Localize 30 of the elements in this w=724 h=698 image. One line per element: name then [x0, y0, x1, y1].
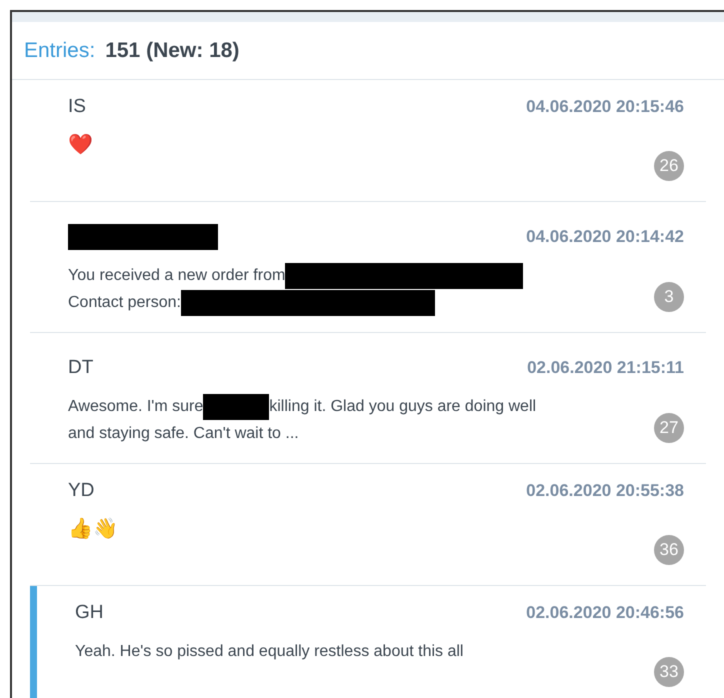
- entry-row[interactable]: DT 02.06.2020 21:15:11 Awesome. I'm sure killing it. Glad you guys are doing well and staying safe. Can't wait to ... 27: [30, 333, 706, 464]
- message-text: Yeah. He's so pissed and equally restless about this all: [75, 642, 464, 662]
- timestamp: 02.06.2020 21:15:11: [527, 357, 684, 380]
- count-badge: 36: [654, 535, 684, 565]
- count-badge: 33: [654, 657, 684, 687]
- entry-row[interactable]: IS 04.06.2020 20:15:46 ❤ 26: [30, 80, 706, 202]
- sender-name: YD: [68, 478, 94, 503]
- message-text: and staying safe. Can't wait to ...: [68, 424, 299, 444]
- sender-name: DT: [68, 356, 94, 380]
- message-text: Awesome. I'm sure: [68, 397, 204, 417]
- count-badge: 26: [654, 151, 684, 181]
- emoji: ❤: [68, 132, 93, 156]
- sender-name: IS: [68, 94, 86, 119]
- count-badge: 3: [654, 282, 684, 312]
- message-text: Contact person:: [68, 293, 181, 313]
- timestamp: 04.06.2020 20:14:42: [526, 226, 684, 248]
- message-text: You received a new order from: [68, 266, 286, 286]
- entry-row[interactable]: GH 02.06.2020 20:46:56 Yeah. He's so pissed and equally restless about this all 33: [30, 586, 706, 698]
- entries-count: 151 (New: 18): [105, 38, 240, 64]
- timestamp: 02.06.2020 20:46:56: [526, 602, 684, 624]
- emoji: 👍👋: [68, 516, 118, 540]
- entry-row[interactable]: YD 02.06.2020 20:55:38 👍👋 36: [30, 464, 706, 586]
- timestamp: 04.06.2020 20:15:46: [526, 96, 684, 118]
- message-text: killing it. Glad you guys are doing well: [269, 397, 536, 417]
- redaction-bar: [203, 394, 270, 420]
- timestamp: 02.06.2020 20:55:38: [526, 480, 684, 502]
- count-badge: 27: [654, 413, 684, 443]
- entry-row[interactable]: 04.06.2020 20:14:42 You received a new order from Contact person: 3: [30, 202, 706, 333]
- entries-label: Entries:: [24, 38, 96, 64]
- sender-name: GH: [75, 600, 104, 625]
